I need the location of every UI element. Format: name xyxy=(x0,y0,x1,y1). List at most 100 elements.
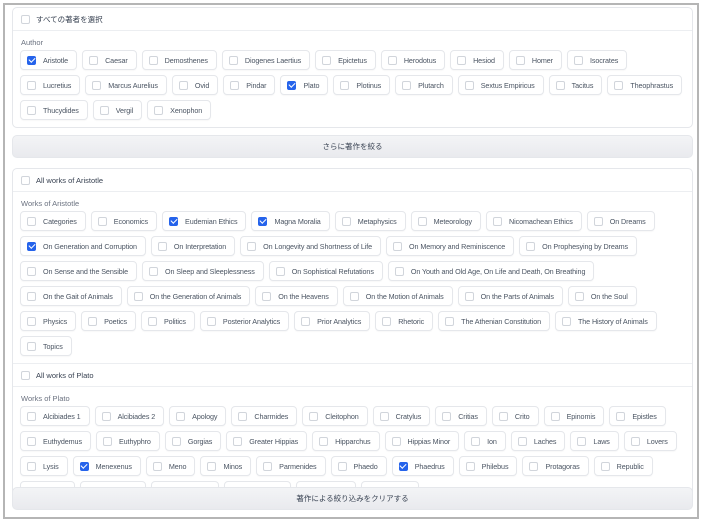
checkbox-checked[interactable] xyxy=(27,55,36,65)
checkbox[interactable] xyxy=(102,436,112,446)
author-option[interactable]: Isocrates xyxy=(566,50,628,70)
author-option[interactable]: Demosthenes xyxy=(141,50,217,70)
select-all-aristotle-checkbox[interactable] xyxy=(21,175,30,185)
checkbox[interactable] xyxy=(393,241,403,251)
author-option[interactable]: Theophrastus xyxy=(607,75,683,95)
plato-work-option[interactable]: Menexenus xyxy=(72,456,141,476)
checkbox[interactable] xyxy=(147,316,157,326)
aristotle-work-option[interactable]: On the Heavens xyxy=(255,286,338,306)
checkbox[interactable] xyxy=(27,80,36,90)
checkbox[interactable] xyxy=(630,436,640,446)
checkbox[interactable] xyxy=(89,55,99,65)
checkbox[interactable] xyxy=(88,316,98,326)
plato-work-option[interactable]: Greater Hippias xyxy=(226,431,308,451)
checkbox[interactable] xyxy=(230,80,240,90)
checkbox[interactable] xyxy=(577,436,587,446)
plato-work-option[interactable]: Gorgias xyxy=(164,431,222,451)
checkbox[interactable] xyxy=(233,436,243,446)
plato-work-option[interactable]: Laws xyxy=(570,431,619,451)
plato-work-option[interactable]: Cleitophon xyxy=(302,406,368,426)
aristotle-work-option[interactable]: On the Motion of Animals xyxy=(342,286,453,306)
aristotle-work-option[interactable]: Economics xyxy=(90,211,158,231)
plato-work-option[interactable]: Philebus xyxy=(458,456,518,476)
checkbox[interactable] xyxy=(379,411,389,421)
checkbox[interactable] xyxy=(27,436,36,446)
author-option[interactable]: Sextus Empiricus xyxy=(457,75,544,95)
aristotle-work-option[interactable]: Rhetoric xyxy=(375,311,434,331)
checkbox[interactable] xyxy=(337,461,347,471)
author-option[interactable]: Plutarch xyxy=(395,75,453,95)
select-all-authors-row[interactable]: すべての著者を選択 xyxy=(13,8,692,31)
checkbox[interactable] xyxy=(457,55,467,65)
aristotle-work-option[interactable]: Poetics xyxy=(81,311,136,331)
checkbox-checked[interactable] xyxy=(79,461,89,471)
plato-work-option[interactable]: Alcibiades 1 xyxy=(20,406,90,426)
author-option[interactable]: Diogenes Laertius xyxy=(221,50,311,70)
author-option[interactable]: Pindar xyxy=(223,75,276,95)
checkbox[interactable] xyxy=(149,266,159,276)
checkbox[interactable] xyxy=(322,55,332,65)
checkbox-checked[interactable] xyxy=(169,216,179,226)
aristotle-work-option[interactable]: On Longevity and Shortness of Life xyxy=(240,236,382,256)
checkbox[interactable] xyxy=(319,436,329,446)
checkbox[interactable] xyxy=(157,241,167,251)
author-option[interactable]: Vergil xyxy=(92,100,143,120)
author-option[interactable]: Thucydides xyxy=(20,100,88,120)
aristotle-work-option[interactable]: Posterior Analytics xyxy=(199,311,290,331)
author-option[interactable]: Herodotus xyxy=(380,50,446,70)
checkbox[interactable] xyxy=(275,266,285,276)
checkbox[interactable] xyxy=(593,216,603,226)
plato-work-option[interactable]: Euthyphro xyxy=(95,431,160,451)
checkbox[interactable] xyxy=(152,461,162,471)
aristotle-work-option[interactable]: On Interpretation xyxy=(150,236,236,256)
aristotle-work-option[interactable]: On Youth and Old Age, On Life and Death,… xyxy=(387,261,595,281)
author-option[interactable]: Homer xyxy=(508,50,562,70)
author-option[interactable]: Lucretius xyxy=(20,75,81,95)
checkbox[interactable] xyxy=(154,105,164,115)
select-all-authors-checkbox[interactable] xyxy=(21,14,30,24)
checkbox[interactable] xyxy=(27,341,36,351)
aristotle-work-option[interactable]: Metaphysics xyxy=(334,211,406,231)
checkbox[interactable] xyxy=(526,241,536,251)
checkbox[interactable] xyxy=(171,436,181,446)
checkbox[interactable] xyxy=(228,55,238,65)
aristotle-work-option[interactable]: On Generation and Corruption xyxy=(20,236,146,256)
plato-work-option[interactable]: Phaedrus xyxy=(391,456,454,476)
aristotle-work-option[interactable]: Politics xyxy=(140,311,195,331)
aristotle-work-option[interactable]: The Athenian Constitution xyxy=(438,311,550,331)
checkbox[interactable] xyxy=(178,80,188,90)
checkbox[interactable] xyxy=(515,55,525,65)
checkbox[interactable] xyxy=(27,316,36,326)
plato-work-option[interactable]: Minos xyxy=(200,456,252,476)
checkbox[interactable] xyxy=(471,436,481,446)
checkbox[interactable] xyxy=(529,461,539,471)
plato-work-option[interactable]: Epistles xyxy=(609,406,666,426)
checkbox[interactable] xyxy=(92,80,102,90)
aristotle-work-option[interactable]: On the Parts of Animals xyxy=(457,286,563,306)
aristotle-work-option[interactable]: Categories xyxy=(20,211,86,231)
checkbox[interactable] xyxy=(133,291,143,301)
plato-work-option[interactable]: Protagoras xyxy=(522,456,589,476)
aristotle-work-option[interactable]: On Dreams xyxy=(586,211,655,231)
author-option[interactable]: Ovid xyxy=(171,75,219,95)
plato-work-option[interactable]: Republic xyxy=(593,456,653,476)
checkbox-checked[interactable] xyxy=(398,461,408,471)
plato-work-option[interactable]: Alcibiades 2 xyxy=(94,406,165,426)
narrow-works-button[interactable]: さらに著作を絞る xyxy=(12,135,693,158)
checkbox[interactable] xyxy=(206,316,216,326)
checkbox[interactable] xyxy=(614,80,624,90)
author-option[interactable]: Epictetus xyxy=(315,50,376,70)
aristotle-work-option[interactable]: On Sense and the Sensible xyxy=(20,261,138,281)
select-all-plato-row[interactable]: All works of Plato xyxy=(13,364,692,387)
checkbox[interactable] xyxy=(550,411,560,421)
checkbox[interactable] xyxy=(445,316,455,326)
checkbox[interactable] xyxy=(555,80,565,90)
checkbox[interactable] xyxy=(382,316,392,326)
checkbox-checked[interactable] xyxy=(258,216,268,226)
checkbox[interactable] xyxy=(309,411,319,421)
checkbox[interactable] xyxy=(27,216,36,226)
aristotle-work-option[interactable]: Meteorology xyxy=(410,211,482,231)
checkbox[interactable] xyxy=(176,411,186,421)
select-all-aristotle-row[interactable]: All works of Aristotle xyxy=(13,169,692,192)
checkbox[interactable] xyxy=(207,461,217,471)
